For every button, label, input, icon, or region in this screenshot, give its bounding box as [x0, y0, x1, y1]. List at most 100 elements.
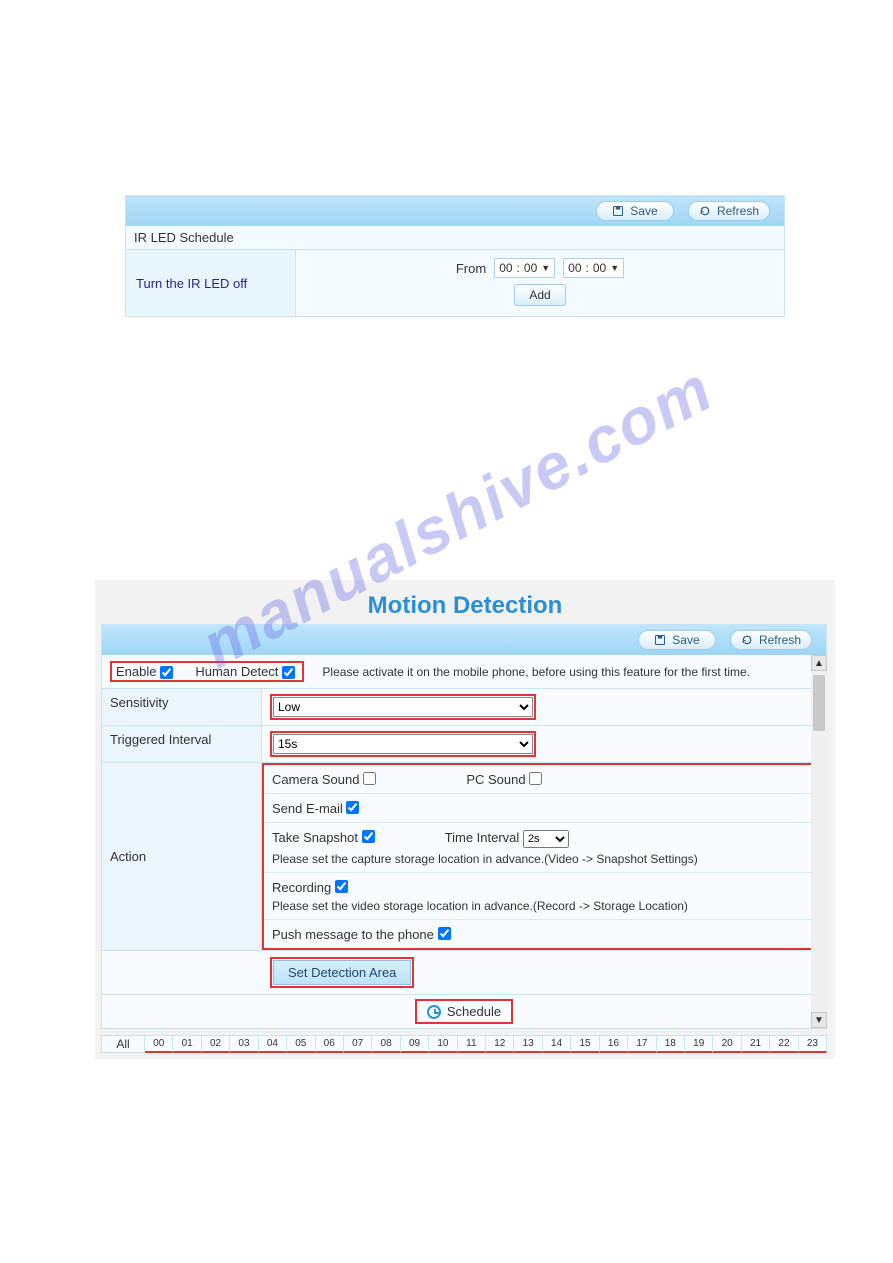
triggered-interval-row: Triggered Interval 15s [102, 725, 826, 762]
refresh-icon [699, 205, 711, 217]
hour-cell[interactable]: 13 [514, 1035, 542, 1053]
hour-cell[interactable]: 18 [657, 1035, 685, 1053]
all-label: All [116, 1037, 129, 1051]
save-label: Save [672, 633, 699, 647]
save-button[interactable]: Save [638, 630, 716, 650]
ir-row-label: Turn the IR LED off [126, 250, 296, 316]
pc-sound-checkbox[interactable] [529, 772, 542, 785]
section-title: IR LED Schedule [126, 226, 784, 250]
save-icon [612, 205, 624, 217]
add-button[interactable]: Add [514, 284, 566, 306]
detection-area-row: Set Detection Area [102, 950, 826, 994]
hour-cell[interactable]: 03 [230, 1035, 258, 1053]
human-detect-checkbox[interactable] [282, 666, 295, 679]
refresh-label: Refresh [717, 204, 759, 218]
time-interval-label: Time Interval [445, 830, 520, 845]
time-from-picker[interactable]: 00 : 00 ▼ [494, 258, 555, 278]
enable-row: Enable Human Detect Please activate it o… [102, 655, 826, 688]
hour-cell[interactable]: 06 [316, 1035, 344, 1053]
hour-cell[interactable]: 09 [401, 1035, 429, 1053]
pc-sound-label: PC Sound [466, 772, 525, 787]
hour-cell[interactable]: 10 [429, 1035, 457, 1053]
activate-note: Please activate it on the mobile phone, … [322, 665, 750, 679]
save-icon [654, 634, 666, 646]
refresh-button[interactable]: Refresh [688, 201, 770, 221]
hour-cell[interactable]: 02 [202, 1035, 230, 1053]
hour-cell[interactable]: 01 [173, 1035, 201, 1053]
schedule-row: Schedule [102, 994, 826, 1028]
hour-cell[interactable]: 15 [571, 1035, 599, 1053]
time-from-hour: 00 [499, 261, 512, 275]
action-label: Action [102, 763, 262, 950]
vertical-scrollbar[interactable]: ▲ ▼ [811, 655, 827, 1028]
chevron-down-icon: ▼ [610, 263, 619, 273]
triggered-interval-select[interactable]: 15s [273, 734, 533, 754]
triggered-interval-label: Triggered Interval [102, 726, 262, 762]
schedule-grid: All 000102030405060708091011121314151617… [101, 1035, 827, 1053]
hours-header: 0001020304050607080910111213141516171819… [145, 1035, 827, 1053]
hour-cell[interactable]: 12 [486, 1035, 514, 1053]
time-interval-select[interactable]: 2s [523, 830, 569, 848]
time-to-min: 00 [593, 261, 606, 275]
email-row: Send E-mail [264, 793, 824, 822]
hour-cell[interactable]: 07 [344, 1035, 372, 1053]
push-label: Push message to the phone [272, 927, 434, 942]
enable-label: Enable [116, 664, 156, 679]
recording-checkbox[interactable] [335, 880, 348, 893]
scroll-thumb[interactable] [813, 675, 825, 731]
sensitivity-label: Sensitivity [102, 689, 262, 725]
time-from-min: 00 [524, 261, 537, 275]
motion-detection-form: Save Refresh Enable Human Detect Please … [101, 624, 827, 1029]
schedule-label: Schedule [447, 1004, 501, 1019]
refresh-label: Refresh [759, 633, 801, 647]
chevron-down-icon: ▼ [541, 263, 550, 273]
push-checkbox[interactable] [438, 927, 451, 940]
recording-hint: Please set the video storage location in… [272, 899, 816, 913]
camera-sound-checkbox[interactable] [363, 772, 376, 785]
recording-row: Recording Please set the video storage l… [264, 872, 824, 919]
motion-detection-panel: Motion Detection Save Refresh Enable [95, 580, 835, 1059]
add-label: Add [529, 288, 550, 302]
hour-cell[interactable]: 16 [600, 1035, 628, 1053]
scroll-down-icon[interactable]: ▼ [811, 1012, 827, 1028]
time-to-picker[interactable]: 00 : 00 ▼ [563, 258, 624, 278]
toolbar: Save Refresh [102, 625, 826, 655]
send-email-checkbox[interactable] [346, 801, 359, 814]
hour-cell[interactable]: 14 [543, 1035, 571, 1053]
hour-cell[interactable]: 04 [259, 1035, 287, 1053]
recording-label: Recording [272, 880, 331, 895]
save-button[interactable]: Save [596, 201, 674, 221]
hour-cell[interactable]: 08 [372, 1035, 400, 1053]
hour-cell[interactable]: 20 [713, 1035, 741, 1053]
hour-cell[interactable]: 22 [770, 1035, 798, 1053]
hour-cell[interactable]: 21 [742, 1035, 770, 1053]
hour-cell[interactable]: 23 [799, 1035, 827, 1053]
sensitivity-row: Sensitivity Low [102, 688, 826, 725]
set-detection-area-button[interactable]: Set Detection Area [273, 960, 411, 985]
schedule-toggle[interactable]: Schedule [415, 999, 513, 1024]
hour-cell[interactable]: 05 [287, 1035, 315, 1053]
time-range-row: From 00 : 00 ▼ 00 : 00 ▼ [456, 258, 624, 278]
refresh-button[interactable]: Refresh [730, 630, 812, 650]
enable-group: Enable Human Detect [110, 661, 304, 682]
send-email-label: Send E-mail [272, 801, 343, 816]
hour-cell[interactable]: 17 [628, 1035, 656, 1053]
human-detect-label: Human Detect [195, 664, 278, 679]
clock-icon [427, 1005, 441, 1019]
hour-cell[interactable]: 00 [145, 1035, 173, 1053]
action-row: Action Camera Sound PC Sound Send E-mail [102, 762, 826, 950]
ir-row-body: From 00 : 00 ▼ 00 : 00 ▼ Add [296, 250, 784, 316]
scroll-up-icon[interactable]: ▲ [811, 655, 827, 671]
ir-led-panel: Save Refresh IR LED Schedule Turn the IR… [125, 195, 785, 317]
sensitivity-select[interactable]: Low [273, 697, 533, 717]
snapshot-row: Take Snapshot Time Interval 2s Please se… [264, 822, 824, 872]
schedule-all-button[interactable]: All [101, 1035, 145, 1053]
hour-cell[interactable]: 11 [458, 1035, 486, 1053]
push-row: Push message to the phone [264, 919, 824, 948]
ir-row: Turn the IR LED off From 00 : 00 ▼ 00 : … [126, 250, 784, 316]
enable-checkbox[interactable] [160, 666, 173, 679]
take-snapshot-label: Take Snapshot [272, 830, 358, 845]
snapshot-checkbox[interactable] [362, 830, 375, 843]
toolbar: Save Refresh [126, 196, 784, 226]
hour-cell[interactable]: 19 [685, 1035, 713, 1053]
